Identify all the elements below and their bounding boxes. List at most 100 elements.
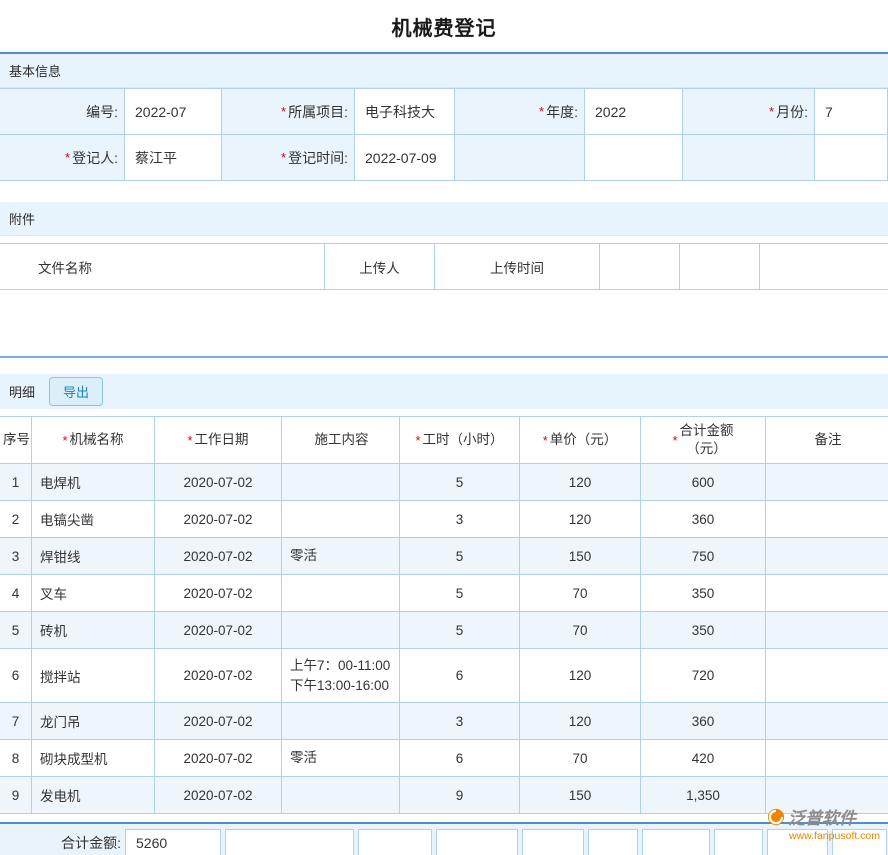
field-value-registrant[interactable]: 蔡江平 — [125, 135, 222, 181]
col-header-upload-time: 上传时间 — [435, 244, 600, 289]
cell-machine-name: 电焊机 — [32, 464, 155, 501]
cell-serial: 5 — [0, 612, 32, 649]
cell-total-amount: 750 — [641, 538, 766, 575]
cell-serial: 7 — [0, 703, 32, 740]
footer-empty-cell — [436, 829, 518, 855]
col-header-construction-content: 施工内容 — [282, 417, 400, 464]
cell-remark — [766, 538, 888, 575]
cell-work-date: 2020-07-02 — [155, 649, 282, 703]
cell-total-amount: 600 — [641, 464, 766, 501]
field-label-registrant: * 登记人: — [0, 135, 125, 181]
cell-work-date: 2020-07-02 — [155, 501, 282, 538]
cell-serial: 3 — [0, 538, 32, 575]
cell-unit-price: 120 — [520, 464, 641, 501]
cell-work-date: 2020-07-02 — [155, 612, 282, 649]
page-title: 机械费登记 — [392, 12, 497, 41]
section-attachments-label: 附件 — [9, 209, 35, 228]
cell-total-amount: 360 — [641, 501, 766, 538]
field-label-number: 编号: — [0, 89, 125, 135]
cell-work-hours: 9 — [400, 777, 520, 814]
total-amount-input[interactable]: 5260 — [125, 829, 221, 855]
empty-cell — [585, 135, 683, 181]
table-row: 3 焊钳线 2020-07-02 零活 5 150 750 — [0, 538, 888, 575]
cell-work-hours: 5 — [400, 538, 520, 575]
cell-construction-content — [282, 501, 400, 538]
cell-machine-name: 龙门吊 — [32, 703, 155, 740]
cell-construction-content — [282, 612, 400, 649]
required-marker: * — [415, 433, 420, 448]
cell-serial: 8 — [0, 740, 32, 777]
table-row: 5 砖机 2020-07-02 5 70 350 — [0, 612, 888, 649]
field-value-number[interactable]: 2022-07 — [125, 89, 222, 135]
cell-machine-name: 发电机 — [32, 777, 155, 814]
col-header-work-date: *工作日期 — [155, 417, 282, 464]
required-marker: * — [187, 433, 192, 448]
cell-work-hours: 5 — [400, 575, 520, 612]
required-marker: * — [65, 150, 70, 165]
cell-total-amount: 1,350 — [641, 777, 766, 814]
cell-work-date: 2020-07-02 — [155, 740, 282, 777]
required-marker: * — [62, 433, 67, 448]
section-header-detail: 明细 导出 — [0, 374, 888, 409]
required-marker: * — [539, 104, 544, 119]
footer-empty-cell — [588, 829, 638, 855]
detail-table-header: 序号 *机械名称 *工作日期 施工内容 *工时（小时） *单价（元） *合计金额… — [0, 416, 888, 464]
cell-construction-content: 上午7：00-11:00 下午13:00-16:00 — [282, 649, 400, 703]
required-marker: * — [672, 433, 677, 448]
cell-unit-price: 70 — [520, 740, 641, 777]
cell-work-date: 2020-07-02 — [155, 777, 282, 814]
empty-cell — [600, 244, 680, 289]
machinery-fee-registration-page: 机械费登记 基本信息 编号: 2022-07 * 所属项目: 电子科技大 * 年… — [0, 0, 888, 855]
field-label-project: * 所属项目: — [222, 89, 355, 135]
col-header-unit-price: *单价（元） — [520, 417, 641, 464]
field-value-register-time[interactable]: 2022-07-09 — [355, 135, 455, 181]
section-header-attachments: 附件 — [0, 202, 888, 236]
footer-empty-cell — [522, 829, 584, 855]
cell-work-hours: 5 — [400, 464, 520, 501]
field-value-year[interactable]: 2022 — [585, 89, 683, 135]
empty-cell — [815, 135, 888, 181]
footer-empty-cell — [358, 829, 432, 855]
footer-empty-cell — [714, 829, 763, 855]
col-header-serial: 序号 — [0, 417, 32, 464]
cell-serial: 1 — [0, 464, 32, 501]
cell-total-amount: 350 — [641, 575, 766, 612]
title-bar: 机械费登记 — [0, 0, 888, 54]
cell-remark — [766, 575, 888, 612]
cell-work-date: 2020-07-02 — [155, 464, 282, 501]
section-basic-info-label: 基本信息 — [9, 61, 61, 80]
cell-work-date: 2020-07-02 — [155, 575, 282, 612]
footer-empty-cell — [225, 829, 354, 855]
cell-work-date: 2020-07-02 — [155, 703, 282, 740]
col-header-total-amount: *合计金额 （元） — [641, 417, 766, 464]
table-row: 4 叉车 2020-07-02 5 70 350 — [0, 575, 888, 612]
cell-work-hours: 3 — [400, 703, 520, 740]
cell-work-hours: 6 — [400, 649, 520, 703]
basic-info-grid: 编号: 2022-07 * 所属项目: 电子科技大 * 年度: 2022 * 月… — [0, 88, 888, 181]
field-label-year: * 年度: — [455, 89, 585, 135]
field-value-month[interactable]: 7 — [815, 89, 888, 135]
cell-remark — [766, 464, 888, 501]
field-label-month: * 月份: — [683, 89, 815, 135]
field-value-project[interactable]: 电子科技大 — [355, 89, 455, 135]
cell-unit-price: 70 — [520, 612, 641, 649]
vendor-url: www.fanpusoft.com — [767, 830, 880, 842]
cell-serial: 4 — [0, 575, 32, 612]
vendor-watermark: 泛普软件 www.fanpusoft.com — [767, 804, 880, 842]
cell-work-hours: 3 — [400, 501, 520, 538]
cell-total-amount: 360 — [641, 703, 766, 740]
table-row: 2 电镐尖凿 2020-07-02 3 120 360 — [0, 501, 888, 538]
cell-unit-price: 70 — [520, 575, 641, 612]
section-detail-label: 明细 — [9, 382, 35, 401]
cell-construction-content — [282, 777, 400, 814]
cell-unit-price: 120 — [520, 703, 641, 740]
export-button[interactable]: 导出 — [49, 377, 103, 406]
empty-cell — [760, 244, 888, 289]
cell-remark — [766, 501, 888, 538]
cell-remark — [766, 740, 888, 777]
empty-cell — [455, 135, 585, 181]
cell-remark — [766, 649, 888, 703]
table-row: 7 龙门吊 2020-07-02 3 120 360 — [0, 703, 888, 740]
cell-machine-name: 砌块成型机 — [32, 740, 155, 777]
cell-serial: 9 — [0, 777, 32, 814]
